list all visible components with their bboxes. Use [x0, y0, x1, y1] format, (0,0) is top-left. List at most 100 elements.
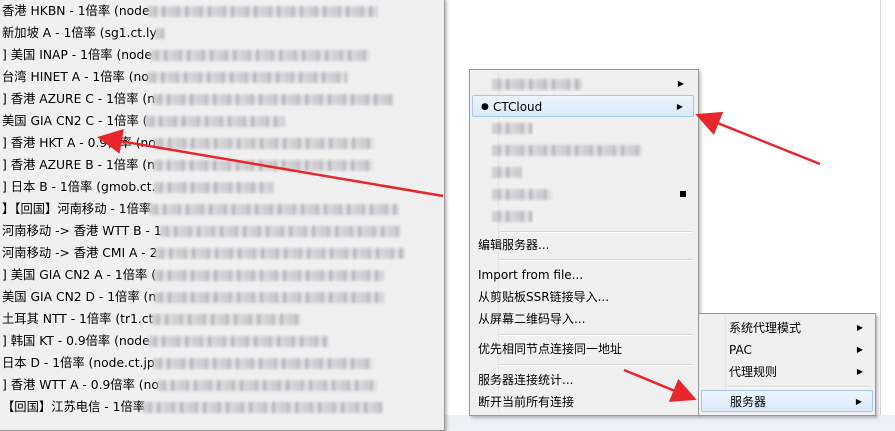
redacted-text — [492, 167, 522, 178]
server-list-item[interactable]: 河南移动 -> 香港 WTT B - 1 — [0, 220, 438, 242]
submenu-arrow-icon: ▶ — [676, 102, 683, 111]
redacted-text — [147, 6, 378, 17]
submenu-arrow-icon: ▶ — [856, 345, 863, 354]
checked-square-icon — [680, 191, 686, 197]
server-list-item[interactable]: ] 美国 GIA CN2 A - 1倍率 ( — [0, 264, 438, 286]
server-list-item[interactable]: 日本 D - 1倍率 (node.ct.jp — [0, 352, 438, 374]
server-list-item[interactable]: 香港 HKBN - 1倍率 (node — [0, 0, 438, 22]
redacted-text — [492, 123, 532, 134]
submenu-arrow-icon: ▶ — [855, 397, 862, 406]
server-list-item-label: ] 日本 B - 1倍率 (gmob.ct. — [2, 180, 156, 194]
server-group-item[interactable] — [472, 205, 694, 227]
server-group-item[interactable] — [472, 117, 694, 139]
redacted-text — [154, 292, 385, 303]
redacted-text — [153, 182, 274, 193]
server-list-item[interactable]: ] 香港 AZURE C - 1倍率 (n — [0, 88, 438, 110]
server-list-item-label: 新加坡 A - 1倍率 (sg1.ct.ly — [2, 26, 157, 40]
menu-separator — [500, 334, 692, 336]
servers-label: 服务器 — [730, 395, 767, 409]
menu-separator — [500, 259, 692, 261]
import-clipboard-ssr-item[interactable]: 从剪贴板SSR链接导入... — [472, 286, 694, 308]
pac-label: PAC — [729, 343, 752, 357]
proxy-rules-item[interactable]: 代理规则 ▶ — [701, 361, 873, 383]
server-list-item[interactable]: 美国 GIA CN2 D - 1倍率 (n — [0, 286, 438, 308]
submenu-arrow-icon: ▶ — [856, 323, 863, 332]
redacted-text — [159, 226, 400, 237]
menu-separator — [500, 364, 692, 366]
server-list-item-label: 台湾 HINET A - 1倍率 (no — [2, 70, 149, 84]
import-clipboard-ssr-label: 从剪贴板SSR链接导入... — [478, 290, 610, 304]
server-list-item-label: 河南移动 -> 香港 WTT B - 1 — [2, 224, 162, 238]
server-list-item[interactable]: 【回国】江苏电信 - 1倍率 — [0, 396, 438, 418]
server-list-item[interactable]: ] 日本 B - 1倍率 (gmob.ct. — [0, 176, 438, 198]
import-qr-screen-item[interactable]: 从屏幕二维码导入... — [472, 308, 694, 330]
redacted-text — [151, 314, 302, 325]
server-list-item-label: 土耳其 NTT - 1倍率 (tr1.ct — [2, 312, 154, 326]
redacted-text — [153, 94, 394, 105]
server-stats-item[interactable]: 服务器连接统计... — [472, 369, 694, 391]
redacted-text — [154, 270, 384, 281]
import-from-file-label: Import from file... — [478, 268, 584, 282]
server-list-item[interactable]: 美国 GIA CN2 C - 1倍率 ( — [0, 110, 438, 132]
menu-separator — [500, 231, 692, 233]
redacted-text — [152, 160, 373, 171]
import-qr-screen-label: 从屏幕二维码导入... — [478, 312, 586, 326]
system-proxy-mode-label: 系统代理模式 — [729, 321, 802, 335]
server-list-item-label: 美国 GIA CN2 D - 1倍率 (n — [2, 290, 157, 304]
server-list-menu: 香港 HKBN - 1倍率 (node 新加坡 A - 1倍率 (sg1.ct.l… — [0, 0, 445, 431]
system-proxy-mode-item[interactable]: 系统代理模式 ▶ — [701, 317, 873, 339]
redacted-text — [153, 138, 374, 149]
redacted-group-label — [490, 205, 532, 227]
submenu-arrow-icon: ▶ — [677, 79, 684, 88]
redacted-group-label — [490, 73, 582, 95]
redacted-text — [156, 380, 377, 391]
redacted-text — [146, 72, 347, 83]
server-list-item[interactable]: 土耳其 NTT - 1倍率 (tr1.ct — [0, 308, 438, 330]
server-stats-label: 服务器连接统计... — [478, 373, 574, 387]
proxy-rules-label: 代理规则 — [729, 365, 778, 379]
server-list-item-label: ] 韩国 KT - 0.9倍率 (node — [2, 334, 150, 348]
submenu-arrow-icon: ▶ — [856, 367, 863, 376]
server-group-item[interactable] — [472, 183, 694, 205]
server-list-item-label: 香港 HKBN - 1倍率 (node — [2, 4, 150, 18]
server-group-item[interactable]: ● CTCloud ▶ — [472, 95, 694, 117]
disconnect-all-item[interactable]: 断开当前所有连接 — [472, 391, 694, 413]
server-group-item[interactable]: ▶ — [472, 73, 694, 95]
edit-servers-label: 编辑服务器... — [478, 238, 550, 252]
server-list-item[interactable]: 台湾 HINET A - 1倍率 (no — [0, 66, 438, 88]
window-edge — [880, 0, 881, 428]
disconnect-all-label: 断开当前所有连接 — [478, 395, 575, 409]
server-list-item[interactable]: ] 香港 AZURE B - 1倍率 (n — [0, 154, 438, 176]
selected-bullet-icon: ● — [481, 102, 489, 112]
server-list-item-label: 【回国】江苏电信 - 1倍率 — [2, 400, 146, 414]
redacted-group-label — [490, 161, 522, 183]
redacted-text — [492, 79, 582, 90]
server-list-item[interactable]: ] 香港 WTT A - 0.9倍率 (no — [0, 374, 438, 396]
server-group-item[interactable] — [472, 161, 694, 183]
server-list-item-label: 美国 GIA CN2 C - 1倍率 ( — [2, 114, 148, 128]
menu-separator — [727, 386, 871, 388]
server-list-item[interactable]: 】【回国】河南移动 - 1倍率 — [0, 198, 438, 220]
taskbar-strip — [445, 415, 895, 428]
servers-item[interactable]: 服务器 ▶ — [701, 390, 873, 412]
redacted-text — [492, 145, 642, 156]
server-list-item[interactable]: 新加坡 A - 1倍率 (sg1.ct.ly — [0, 22, 438, 44]
redacted-text — [492, 211, 532, 222]
edit-servers-item[interactable]: 编辑服务器... — [472, 234, 694, 256]
pac-item[interactable]: PAC ▶ — [701, 339, 873, 361]
redacted-text — [149, 204, 400, 215]
server-group-item[interactable] — [472, 139, 694, 161]
import-from-file-item[interactable]: Import from file... — [472, 264, 694, 286]
prefer-same-node-item[interactable]: 优先相同节点连接同一地址 — [472, 338, 694, 360]
server-list-item[interactable]: ] 美国 INAP - 1倍率 (node — [0, 44, 438, 66]
server-list-item[interactable]: ] 香港 HKT A - 0.9倍率 (no — [0, 132, 438, 154]
server-list-item[interactable]: 河南移动 -> 香港 CMI A - 2 — [0, 242, 438, 264]
redacted-group-label — [490, 117, 532, 139]
server-list-item-label: ] 香港 WTT A - 0.9倍率 (no — [2, 378, 159, 392]
redacted-text — [145, 116, 286, 127]
redacted-group-label — [490, 183, 552, 205]
prefer-same-node-label: 优先相同节点连接同一地址 — [478, 342, 623, 356]
server-list-item-label: ] 美国 INAP - 1倍率 (node — [2, 48, 152, 62]
server-list-item-label: 河南移动 -> 香港 CMI A - 2 — [2, 246, 158, 260]
server-list-item[interactable]: ] 韩国 KT - 0.9倍率 (node — [0, 330, 438, 352]
